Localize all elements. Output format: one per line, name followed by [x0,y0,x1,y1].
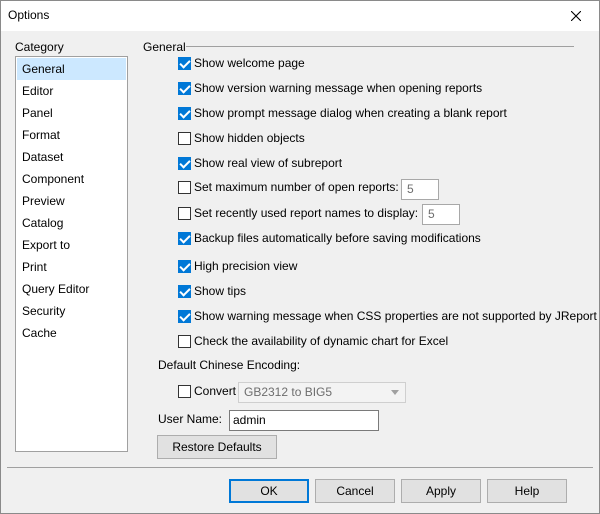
option-label: Show prompt message dialog when creating… [194,106,507,120]
option-checkbox[interactable] [178,310,191,323]
category-item-editor[interactable]: Editor [17,80,126,102]
option-label: Check the availability of dynamic chart … [194,334,449,348]
option-label: Show welcome page [194,56,305,70]
category-item-security[interactable]: Security [17,300,126,322]
option-checkbox[interactable] [178,181,191,194]
encoding-label: Default Chinese Encoding: [158,358,301,372]
max-open-reports-field[interactable]: 5 [401,179,439,200]
encoding-select[interactable]: GB2312 to BIG5 [238,382,406,403]
option-label: Show warning message when CSS properties… [194,309,597,323]
ok-button[interactable]: OK [229,479,309,503]
category-item-format[interactable]: Format [17,124,126,146]
recent-report-names-field[interactable]: 5 [422,204,460,225]
option-label: Show hidden objects [194,131,305,145]
category-list[interactable]: General Editor Panel Format Dataset Comp… [15,56,128,452]
option-checkbox[interactable] [178,107,191,120]
category-item-preview[interactable]: Preview [17,190,126,212]
cancel-button[interactable]: Cancel [315,479,395,503]
apply-button[interactable]: Apply [401,479,481,503]
option-checkbox[interactable] [178,335,191,348]
option-label: Set recently used report names to displa… [194,206,419,220]
option-checkbox[interactable] [178,260,191,273]
option-label: Show real view of subreport [194,156,343,170]
general-group-divider [186,46,574,47]
category-item-export-to[interactable]: Export to [17,234,126,256]
category-item-component[interactable]: Component [17,168,126,190]
option-checkbox[interactable] [178,285,191,298]
option-checkbox[interactable] [178,157,191,170]
convert-checkbox[interactable] [178,385,191,398]
general-heading: General [143,40,186,54]
help-button[interactable]: Help [487,479,567,503]
user-name-label: User Name: [158,412,223,426]
encoding-select-value: GB2312 to BIG5 [244,385,333,399]
user-name-input[interactable]: admin [229,410,379,431]
option-checkbox[interactable] [178,57,191,70]
restore-defaults-button[interactable]: Restore Defaults [157,435,277,459]
category-item-catalog[interactable]: Catalog [17,212,126,234]
category-item-print[interactable]: Print [17,256,126,278]
category-item-panel[interactable]: Panel [17,102,126,124]
option-label: Backup files automatically before saving… [194,231,481,245]
option-label: Set maximum number of open reports: [194,180,399,194]
category-label: Category [15,40,64,54]
convert-label: Convert [194,384,237,398]
category-item-query-editor[interactable]: Query Editor [17,278,126,300]
option-checkbox[interactable] [178,232,191,245]
option-checkbox[interactable] [178,82,191,95]
options-dialog: Options Category General Editor Panel Fo… [0,0,600,514]
category-item-cache[interactable]: Cache [17,322,126,344]
option-label: Show version warning message when openin… [194,81,483,95]
category-item-dataset[interactable]: Dataset [17,146,126,168]
close-icon [571,11,581,21]
title-bar: Options [1,1,599,31]
category-item-general[interactable]: General [17,58,126,80]
option-label: High precision view [194,259,298,273]
window-title: Options [8,8,50,22]
footer-divider [7,467,593,468]
option-checkbox[interactable] [178,207,191,220]
option-checkbox[interactable] [178,132,191,145]
chevron-down-icon [391,390,399,395]
close-button[interactable] [553,1,599,31]
option-label: Show tips [194,284,247,298]
